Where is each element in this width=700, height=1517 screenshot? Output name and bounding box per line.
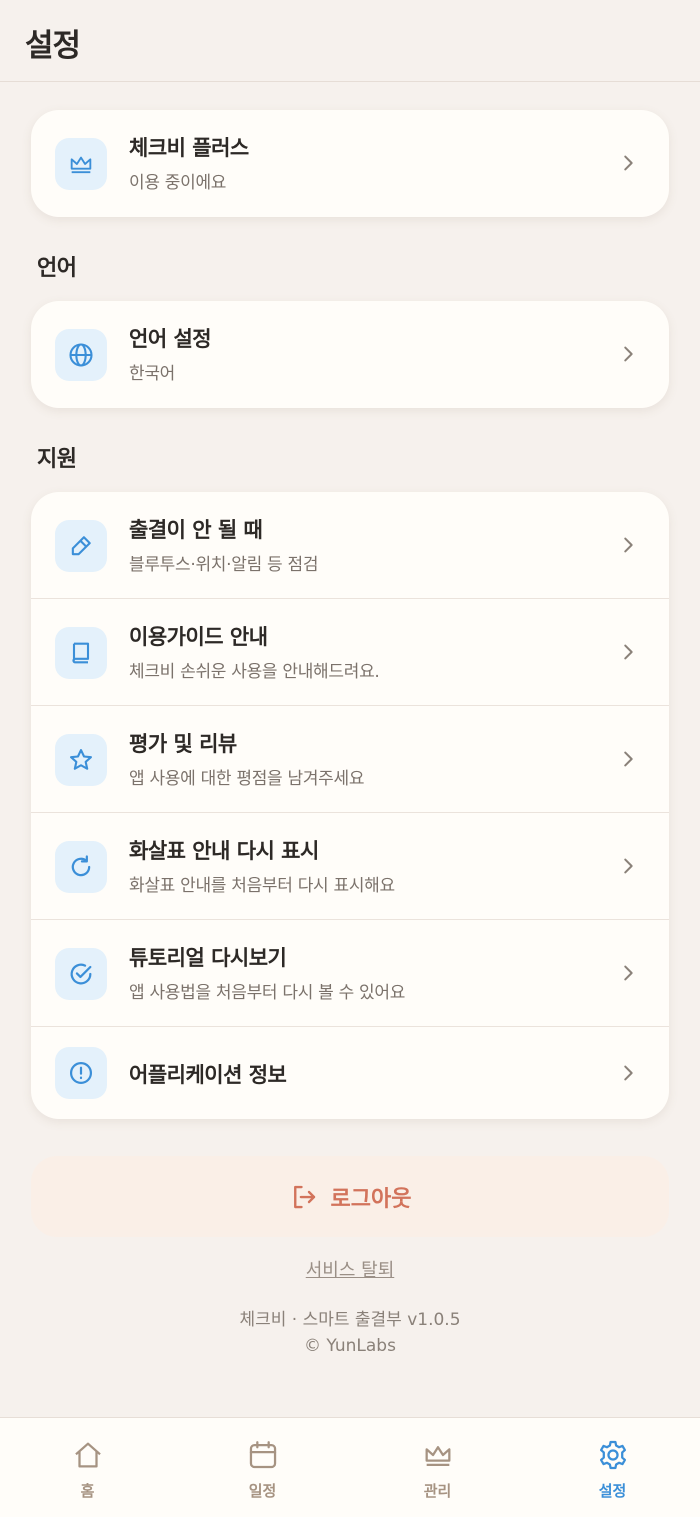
- nav-label: 일정: [248, 1482, 277, 1500]
- chevron-right-icon: [624, 155, 633, 171]
- crown-icon: [55, 138, 107, 190]
- row-subtitle: 앱 사용에 대한 평점을 남겨주세요: [129, 769, 365, 789]
- crown-icon: [425, 1446, 450, 1467]
- row-title: 출결이 안 될 때: [129, 518, 263, 542]
- nav-schedule[interactable]: 일정: [175, 1418, 350, 1517]
- nav-label: 홈: [80, 1482, 95, 1500]
- section-label-language: 언어: [37, 256, 77, 281]
- book-icon: [55, 627, 107, 679]
- logout-label: 로그아웃: [330, 1186, 412, 1212]
- language-settings-row[interactable]: 언어 설정 한국어: [31, 301, 669, 408]
- nav-home[interactable]: 홈: [0, 1418, 175, 1517]
- star-icon: [55, 734, 107, 786]
- home-icon: [74, 1442, 101, 1468]
- chevron-right-icon: [624, 965, 633, 981]
- language-card: 언어 설정 한국어: [31, 301, 669, 408]
- logout-icon: [293, 1185, 315, 1208]
- refresh-icon: [55, 841, 107, 893]
- row-title: 언어 설정: [129, 327, 212, 351]
- chevron-right-icon: [624, 858, 633, 874]
- row-title: 튜토리얼 다시보기: [129, 946, 287, 970]
- row-title: 체크비 플러스: [129, 136, 249, 160]
- info-icon: [55, 1047, 107, 1099]
- row-title: 화살표 안내 다시 표시: [129, 839, 319, 863]
- chevron-right-icon: [624, 751, 633, 767]
- nav-label: 관리: [423, 1482, 452, 1500]
- page-title: 설정: [25, 28, 81, 64]
- attendance-troubleshoot-row[interactable]: 출결이 안 될 때 블루투스·위치·알림 등 점검: [31, 492, 669, 599]
- section-label-support: 지원: [37, 447, 77, 472]
- copyright-text: © YunLabs: [304, 1336, 396, 1356]
- check-circle-icon: [55, 948, 107, 1000]
- withdraw-link[interactable]: 서비스 탈퇴: [0, 1256, 700, 1282]
- gear-icon: [599, 1440, 626, 1470]
- nav-label: 설정: [598, 1482, 627, 1500]
- calendar-icon: [249, 1441, 276, 1469]
- chevron-right-icon: [624, 346, 633, 362]
- row-title: 평가 및 리뷰: [129, 732, 237, 756]
- tutorial-replay-row[interactable]: 튜토리얼 다시보기 앱 사용법을 처음부터 다시 볼 수 있어요: [31, 920, 669, 1027]
- version-text: 체크비 · 스마트 출결부 v1.0.5: [239, 1310, 461, 1330]
- row-title: 어플리케이션 정보: [129, 1063, 287, 1087]
- bottom-nav: 홈 일정 관리 설정: [0, 1417, 700, 1517]
- chevron-right-icon: [624, 1065, 633, 1081]
- globe-icon: [55, 329, 107, 381]
- row-subtitle: 블루투스·위치·알림 등 점검: [129, 555, 319, 575]
- chevron-right-icon: [624, 537, 633, 553]
- chevron-right-icon: [624, 644, 633, 660]
- row-subtitle: 이용 중이에요: [129, 173, 227, 193]
- eraser-icon: [55, 520, 107, 572]
- row-subtitle: 한국어: [129, 364, 176, 384]
- logout-button[interactable]: 로그아웃: [31, 1156, 669, 1237]
- usage-guide-row[interactable]: 이용가이드 안내 체크비 손쉬운 사용을 안내해드려요.: [31, 599, 669, 706]
- row-title: 이용가이드 안내: [129, 625, 268, 649]
- app-info-row[interactable]: 어플리케이션 정보: [31, 1027, 669, 1119]
- app-header: 설정: [0, 0, 700, 82]
- row-subtitle: 앱 사용법을 처음부터 다시 볼 수 있어요: [129, 983, 406, 1003]
- rating-review-row[interactable]: 평가 및 리뷰 앱 사용에 대한 평점을 남겨주세요: [31, 706, 669, 813]
- row-subtitle: 체크비 손쉬운 사용을 안내해드려요.: [129, 662, 380, 682]
- row-subtitle: 화살표 안내를 처음부터 다시 표시해요: [129, 876, 395, 896]
- arrow-guide-reset-row[interactable]: 화살표 안내 다시 표시 화살표 안내를 처음부터 다시 표시해요: [31, 813, 669, 920]
- nav-settings[interactable]: 설정: [525, 1418, 700, 1517]
- nav-manage[interactable]: 관리: [350, 1418, 525, 1517]
- plus-subscription-row[interactable]: 체크비 플러스 이용 중이에요: [31, 110, 669, 217]
- support-card: 출결이 안 될 때 블루투스·위치·알림 등 점검 이용가이드 안내 체크비 손…: [31, 492, 669, 1119]
- plus-card: 체크비 플러스 이용 중이에요: [31, 110, 669, 217]
